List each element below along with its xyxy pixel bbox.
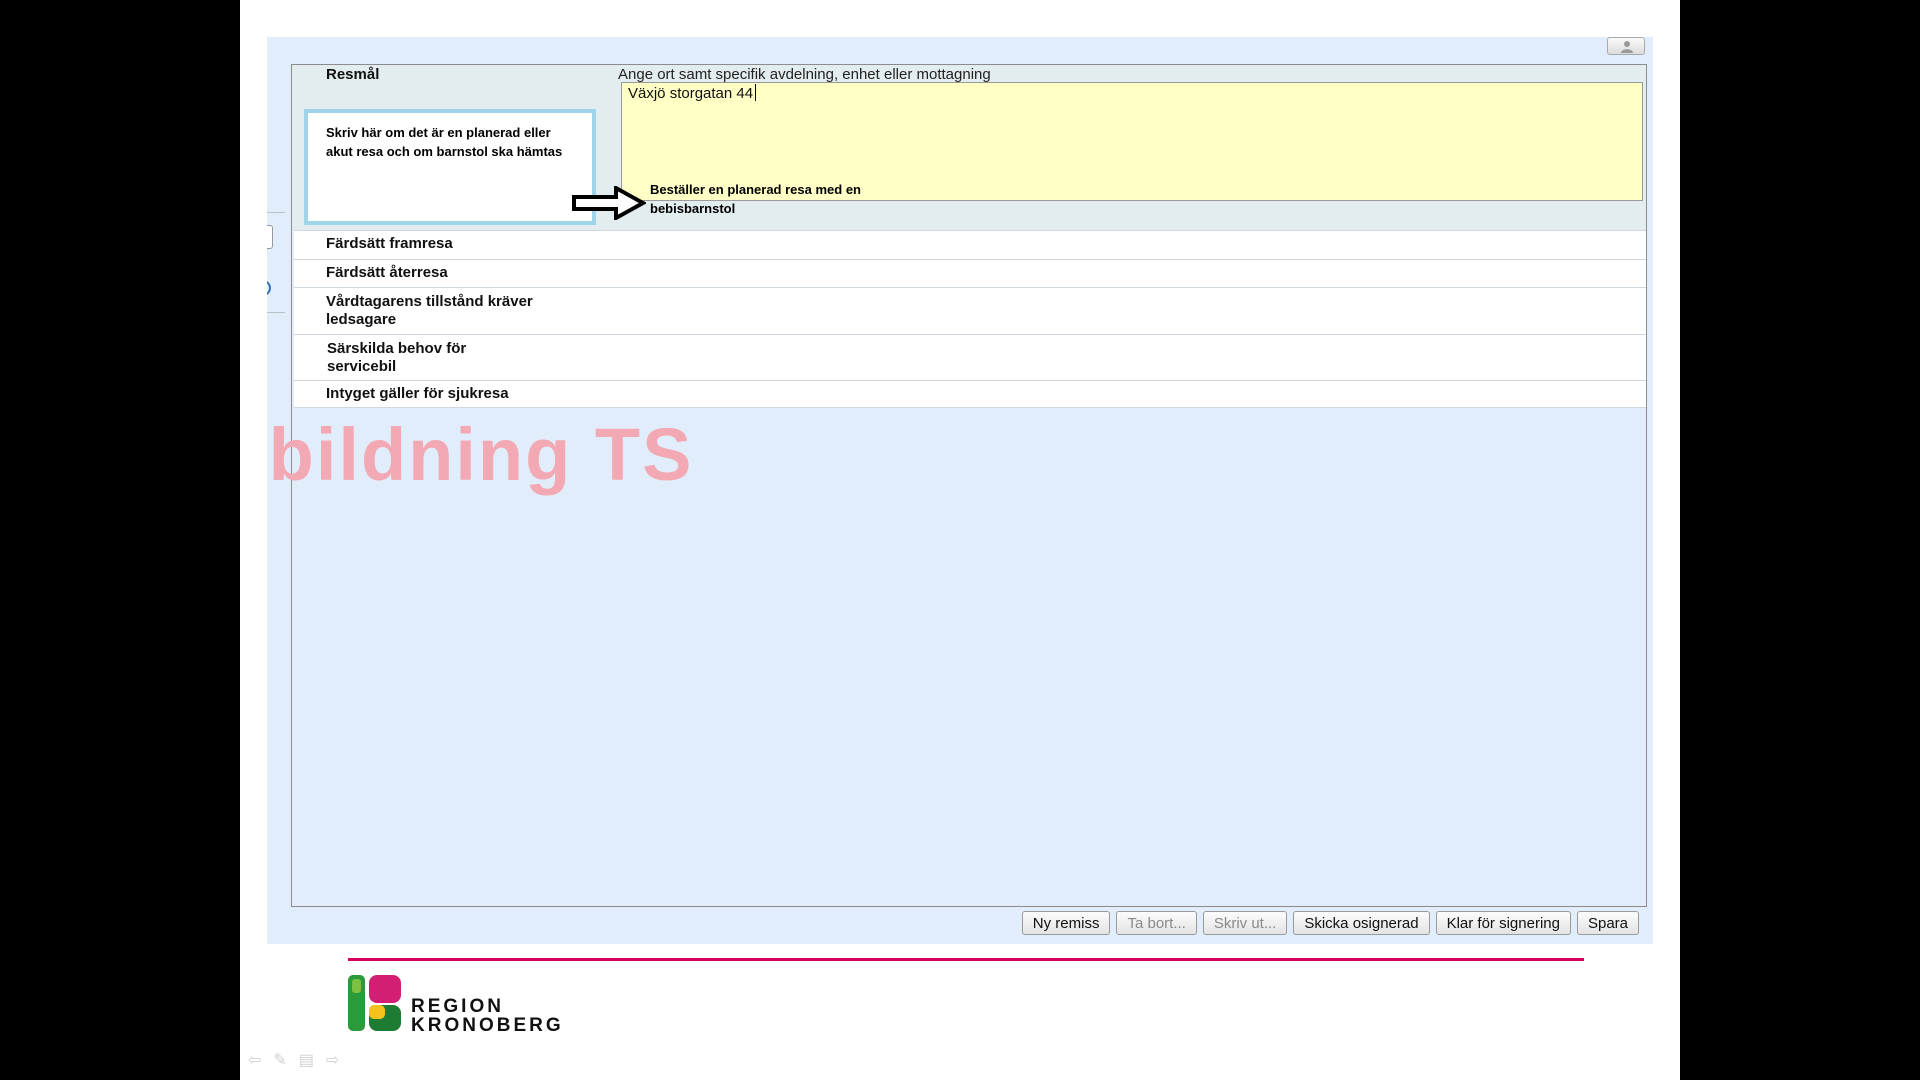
- watermark: tbildning TS: [267, 413, 694, 496]
- row-label: Vårdtagarens tillstånd kräver ledsagare: [326, 293, 533, 328]
- row-intyget-galler[interactable]: Intyget gäller för sjukresa: [294, 380, 1646, 408]
- annotation-note: Beställer en planerad resa med en bebisb…: [650, 182, 861, 216]
- back-arrow-icon[interactable]: ⇦: [248, 1050, 261, 1070]
- left-panel-divider: [267, 212, 285, 213]
- ny-remiss-button[interactable]: Ny remiss: [1021, 911, 1111, 935]
- logo-line-1: REGION: [411, 996, 504, 1017]
- logo-line-2: KRONOBERG: [411, 1015, 564, 1036]
- slide: Resmål Ange ort samt specifik avdelning,…: [240, 0, 1680, 1080]
- left-panel-divider: [267, 312, 285, 313]
- resmal-row: Resmål Ange ort samt specifik avdelning,…: [292, 65, 1646, 230]
- row-fardsatt-framresa[interactable]: Färdsätt framresa: [294, 230, 1646, 259]
- resmal-hint: Ange ort samt specifik avdelning, enhet …: [618, 66, 991, 83]
- left-panel-radio[interactable]: [267, 280, 271, 296]
- spara-button[interactable]: Spara: [1576, 911, 1639, 935]
- user-icon: [1621, 41, 1633, 53]
- row-fardsatt-aterresa[interactable]: Färdsätt återresa: [294, 259, 1646, 287]
- klar-for-signering-button[interactable]: Klar för signering: [1435, 911, 1571, 935]
- menu-icon[interactable]: ▤: [299, 1050, 314, 1070]
- region-logo-icon: [348, 975, 401, 1031]
- annotation-callout-box: Skriv här om det är en planerad eller ak…: [304, 109, 596, 225]
- forward-arrow-icon[interactable]: ⇨: [326, 1050, 339, 1070]
- pen-icon[interactable]: ✎: [273, 1050, 286, 1070]
- row-label: Intyget gäller för sjukresa: [326, 385, 509, 402]
- region-kronoberg-logo: REGION KRONOBERG: [348, 975, 561, 1038]
- accent-divider: [348, 958, 1584, 961]
- row-vardtagarens-tillstand[interactable]: Vårdtagarens tillstånd kräver ledsagare: [294, 287, 1646, 334]
- slide-nav: ⇦ ✎ ▤ ⇨: [248, 1050, 339, 1070]
- row-label: Särskilda behov för servicebil: [327, 340, 467, 375]
- skicka-osignerad-button[interactable]: Skicka osignerad: [1293, 911, 1430, 935]
- resmal-value: Växjö storgatan 44: [628, 84, 757, 102]
- user-button[interactable]: [1607, 37, 1645, 55]
- application-window: Resmål Ange ort samt specifik avdelning,…: [267, 37, 1653, 944]
- row-label: Färdsätt framresa: [326, 235, 453, 252]
- row-label: Färdsätt återresa: [326, 264, 448, 281]
- left-panel-control[interactable]: [267, 225, 273, 249]
- row-sarskilda-behov[interactable]: Särskilda behov för servicebil: [294, 334, 1646, 380]
- callout-text: Skriv här om det är en planerad eller ak…: [326, 125, 563, 159]
- logo-text: REGION KRONOBERG: [411, 997, 564, 1035]
- arrow-right-icon: [572, 186, 646, 220]
- ta-bort-button[interactable]: Ta bort...: [1116, 911, 1197, 935]
- resmal-label: Resmål: [326, 66, 380, 83]
- action-buttons: Ny remiss Ta bort... Skriv ut... Skicka …: [1021, 911, 1639, 935]
- skriv-ut-button[interactable]: Skriv ut...: [1202, 911, 1288, 935]
